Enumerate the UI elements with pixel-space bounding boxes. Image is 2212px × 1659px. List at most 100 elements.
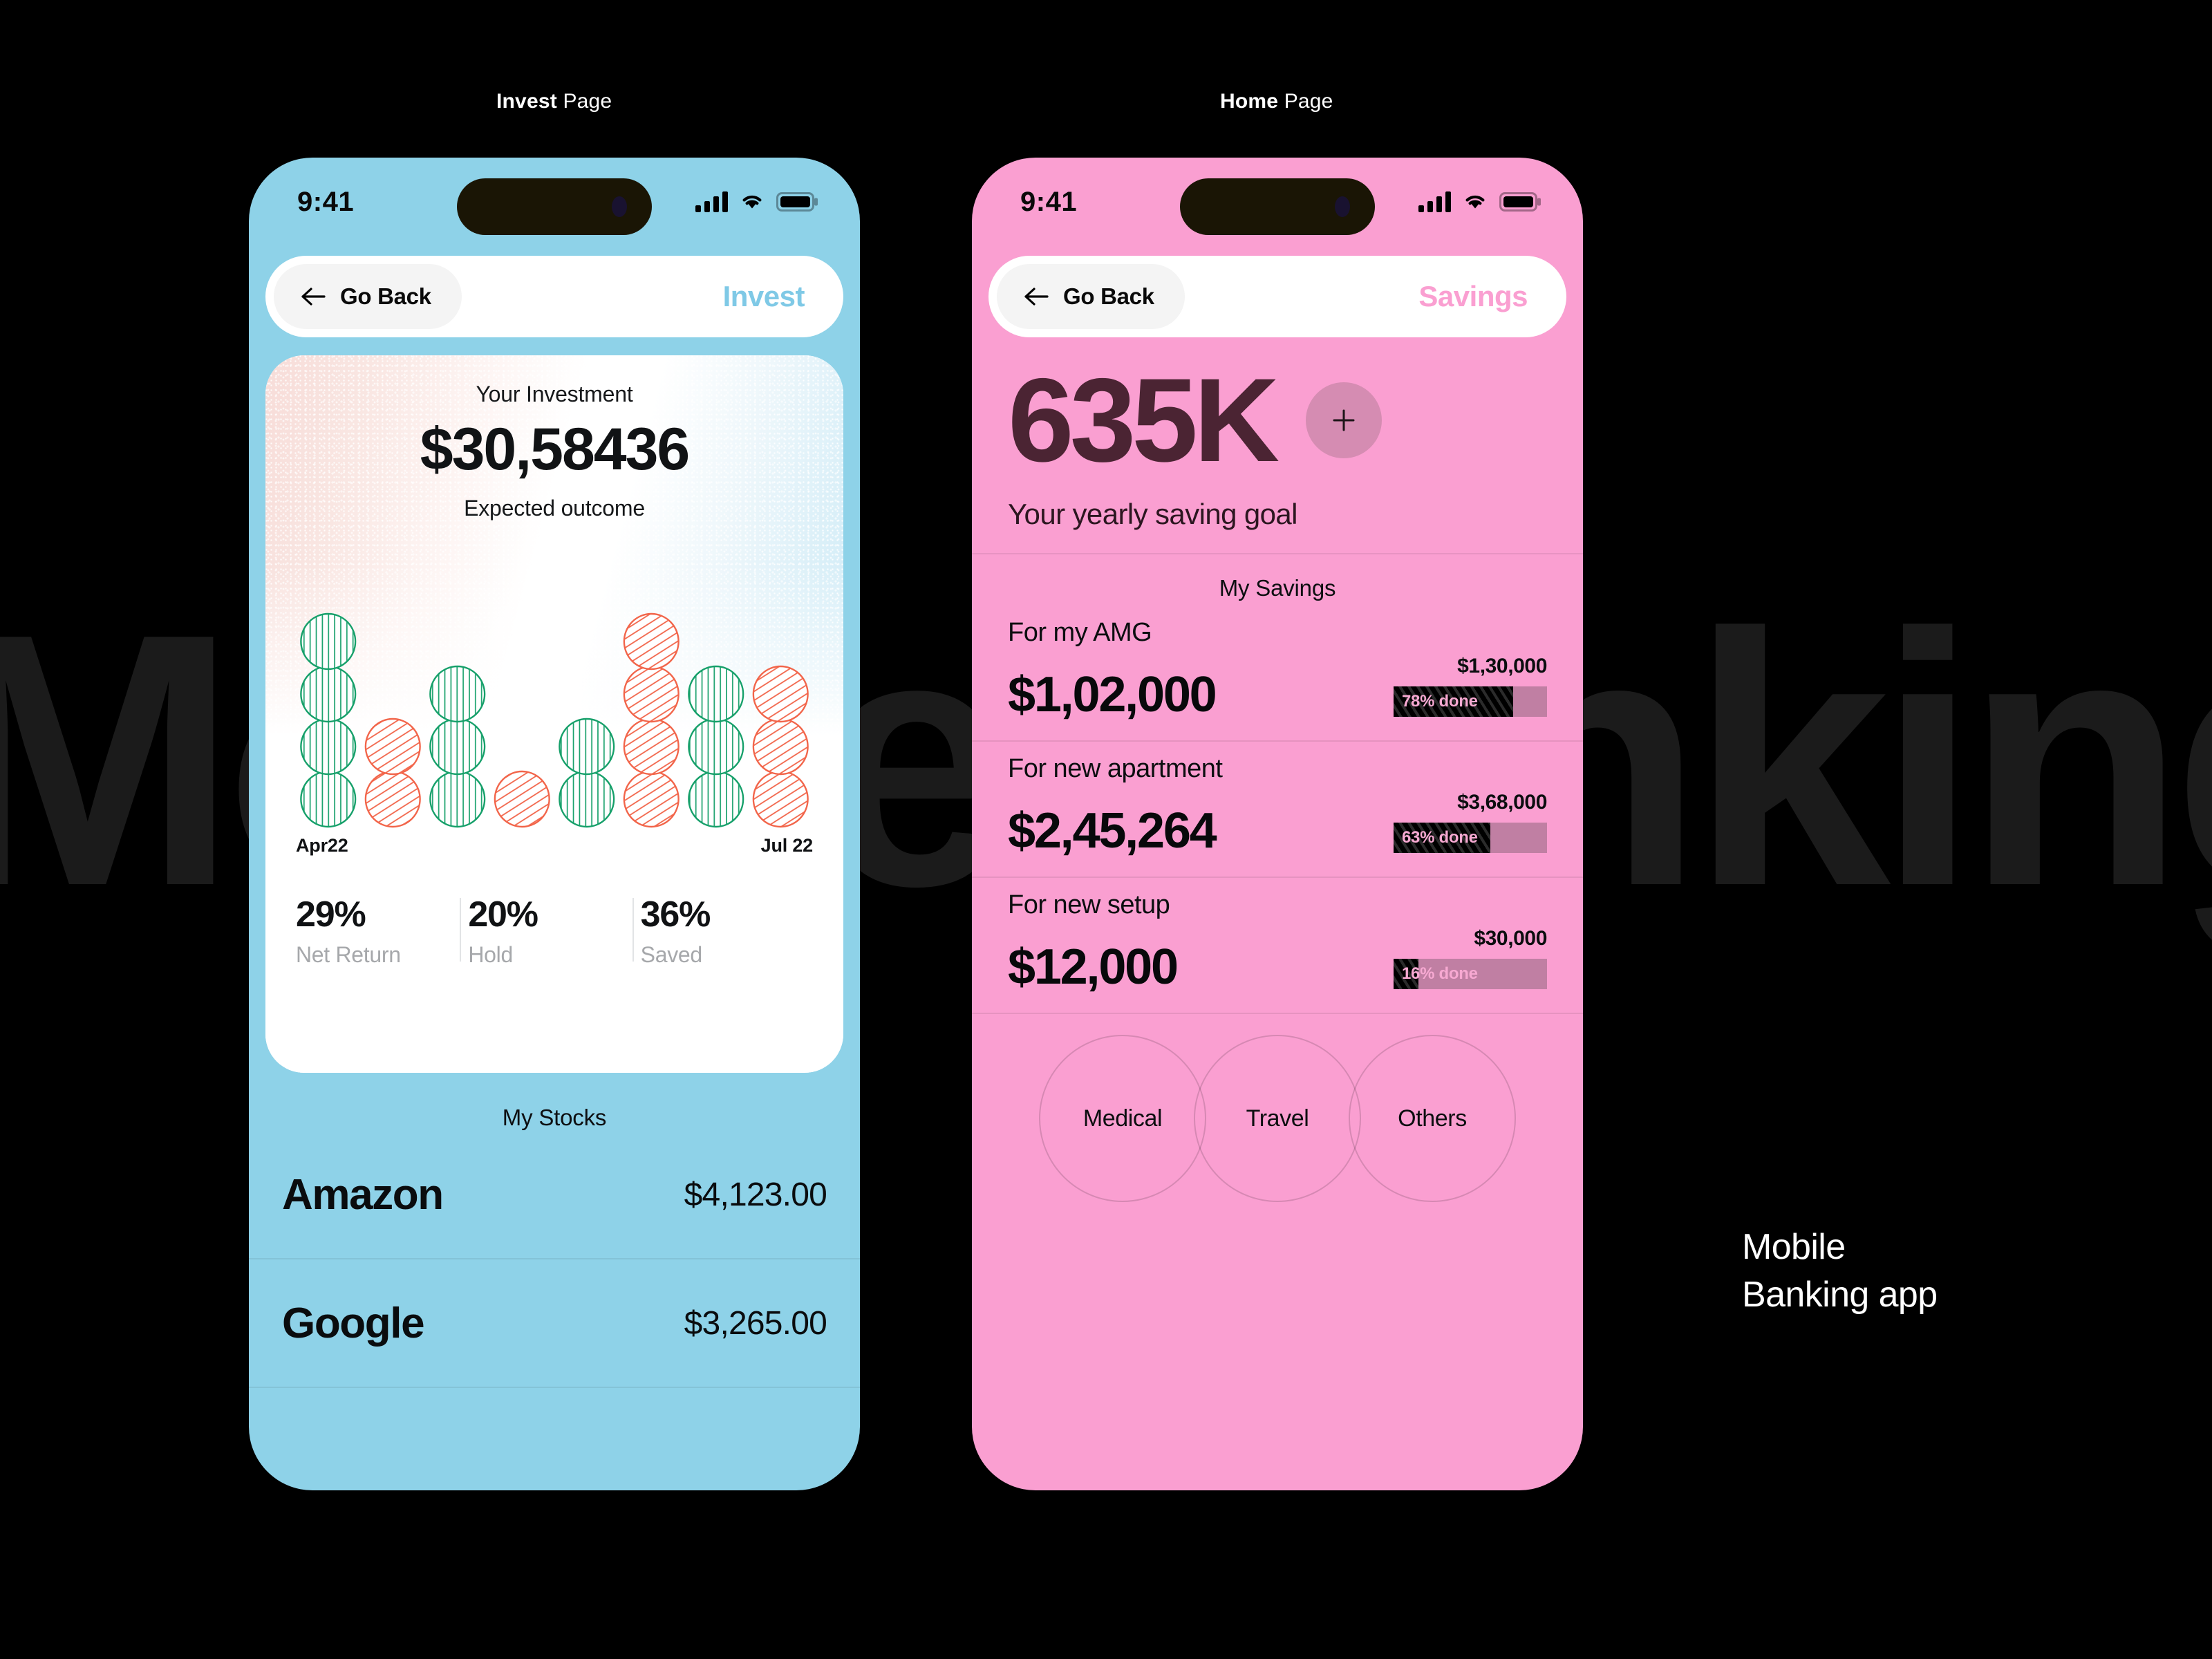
chart-bubble: [623, 613, 679, 671]
stat-value: 36%: [640, 894, 711, 935]
chart-bubble: [623, 771, 679, 828]
category-label: Medical: [1082, 1105, 1163, 1132]
stat-label: Hold: [468, 942, 513, 968]
page-title-savings: Savings: [1418, 280, 1528, 312]
saving-amount: $2,45,264: [1008, 803, 1217, 859]
stat-net-return: 29% Net Return: [296, 894, 468, 968]
stat-label: Saved: [640, 942, 703, 968]
category-label: Travel: [1246, 1105, 1309, 1132]
front-camera-icon: [1335, 196, 1350, 217]
go-back-button[interactable]: Go Back: [997, 264, 1185, 329]
saving-progress-bar[interactable]: 16% done: [1394, 959, 1547, 989]
saving-title: For new setup: [1008, 890, 1170, 919]
chart-bubble: [364, 718, 421, 776]
front-camera-icon: [612, 196, 627, 217]
category-medical[interactable]: Medical: [1039, 1035, 1206, 1202]
chart-bubble: [559, 718, 615, 776]
category-circles: Medical Travel Others: [972, 1014, 1583, 1202]
go-back-label: Go Back: [1063, 283, 1154, 309]
saving-row-amg[interactable]: For my AMG $1,02,000 $1,30,000 78% done: [972, 606, 1583, 742]
investment-stats: 29% Net Return 20% Hold 36% Saved: [296, 894, 813, 968]
footer-note: Mobile Banking app: [1742, 1224, 1938, 1318]
saving-target: $30,000: [1474, 927, 1547, 950]
chart-bubble: [300, 666, 357, 723]
chart-bubble: [429, 771, 486, 828]
chart-bubble: [494, 771, 550, 828]
add-saving-button[interactable]: [1306, 382, 1382, 458]
invest-caption-bold: Invest: [496, 90, 557, 113]
go-back-button[interactable]: Go Back: [274, 264, 462, 329]
savings-goal-amount: 635K: [1008, 354, 1280, 487]
home-phone-frame: 9:41 Go Back Savings 635K Your yearly sa…: [972, 158, 1583, 1490]
chart-bubble: [752, 666, 809, 723]
saving-target: $3,68,000: [1457, 791, 1547, 814]
progress-label: 16% done: [1402, 964, 1478, 983]
stat-hold: 20% Hold: [460, 894, 640, 968]
chart-axis-labels: Apr22 Jul 22: [296, 835, 813, 856]
footer-line-1: Mobile: [1742, 1227, 1846, 1267]
saving-title: For my AMG: [1008, 618, 1152, 647]
investment-kicker: Your Investment: [476, 382, 633, 406]
chart-bubble: [688, 666, 744, 723]
home-nav-bar: Go Back Savings: [988, 256, 1566, 337]
dynamic-island: [1180, 178, 1375, 235]
page-title-invest: Invest: [722, 280, 805, 312]
savings-goal-caption: Your yearly saving goal: [1008, 498, 1298, 530]
saving-progress-bar[interactable]: 78% done: [1394, 686, 1547, 717]
saving-amount: $1,02,000: [1008, 666, 1217, 722]
wifi-icon: [740, 193, 764, 211]
home-page-caption: Home Page: [1220, 90, 1333, 113]
invest-page-caption: Invest Page: [496, 90, 612, 113]
battery-icon: [776, 192, 818, 212]
category-travel[interactable]: Travel: [1194, 1035, 1361, 1202]
invest-phone-frame: 9:41 Go Back Invest Your Investment $30,…: [249, 158, 860, 1490]
home-caption-rest: Page: [1278, 90, 1333, 113]
chart-bubble: [623, 718, 679, 776]
stat-value: 20%: [468, 894, 538, 935]
stock-name: Amazon: [282, 1170, 444, 1219]
cellular-signal-icon: [1418, 191, 1451, 212]
stat-value: 29%: [296, 894, 366, 935]
stock-value: $3,265.00: [684, 1304, 827, 1342]
chart-bubble: [623, 666, 679, 723]
chart-bubble: [752, 771, 809, 828]
status-icons: [695, 191, 818, 212]
cellular-signal-icon: [695, 191, 728, 212]
investment-amount: $30,58436: [420, 416, 691, 482]
arrow-left-icon: [300, 286, 326, 307]
progress-label: 78% done: [1402, 692, 1478, 711]
stock-value: $4,123.00: [684, 1176, 827, 1213]
stock-name: Google: [282, 1299, 425, 1347]
chart-bubble: [688, 771, 744, 828]
saving-row-apartment[interactable]: For new apartment $2,45,264 $3,68,000 63…: [972, 742, 1583, 878]
chart-bubble: [300, 613, 357, 671]
chart-bubble: [559, 771, 615, 828]
category-label: Others: [1398, 1105, 1467, 1132]
chart-bubble: [429, 666, 486, 723]
saving-row-setup[interactable]: For new setup $12,000 $30,000 16% done: [972, 878, 1583, 1014]
stock-row-amazon[interactable]: Amazon $4,123.00: [249, 1131, 860, 1259]
category-others[interactable]: Others: [1349, 1035, 1516, 1202]
battery-icon: [1499, 192, 1541, 212]
invest-nav-bar: Go Back Invest: [265, 256, 843, 337]
arrow-left-icon: [1023, 286, 1049, 307]
go-back-label: Go Back: [340, 283, 431, 309]
investment-card: Your Investment $30,58436 Expected outco…: [265, 355, 843, 1073]
chart-axis-start: Apr22: [296, 835, 348, 856]
canvas: Mobile banking Invest Page Home Page 9:4…: [0, 0, 2212, 1659]
home-caption-bold: Home: [1220, 90, 1279, 113]
invest-caption-rest: Page: [556, 90, 612, 113]
status-time: 9:41: [297, 186, 355, 217]
bubble-chart: [296, 541, 813, 831]
chart-bubble: [429, 718, 486, 776]
progress-label: 63% done: [1402, 828, 1478, 847]
chart-bubble: [300, 771, 357, 828]
stat-label: Net Return: [296, 942, 401, 968]
chart-bubble: [300, 718, 357, 776]
saving-progress-bar[interactable]: 63% done: [1394, 823, 1547, 853]
stat-saved: 36% Saved: [632, 894, 813, 968]
chart-axis-end: Jul 22: [760, 835, 814, 856]
expected-outcome-label: Expected outcome: [464, 496, 645, 521]
stock-row-google[interactable]: Google $3,265.00: [249, 1259, 860, 1388]
savings-hero: 635K Your yearly saving goal: [972, 337, 1583, 531]
